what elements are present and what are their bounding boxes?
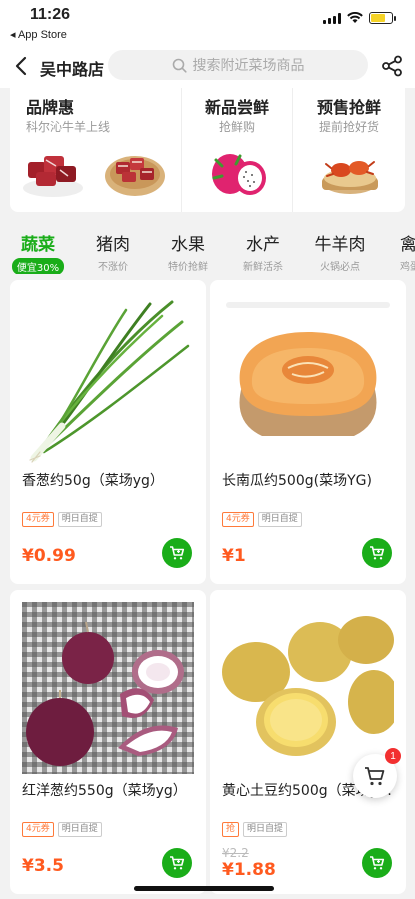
pickup-tag: 明日自提 (257, 512, 302, 527)
tab-pork[interactable]: 猪肉 不涨价 (78, 230, 148, 273)
product-card[interactable]: 黄心土豆约500g（菜场yg） 抢 明日自提 ¥2.2 ¥1.88 (210, 590, 406, 894)
category-name: 猪肉 (96, 235, 130, 255)
product-tags: 4元券 明日自提 (22, 512, 102, 527)
status-icons (323, 12, 396, 24)
category-name: 牛羊肉 (314, 235, 366, 255)
shopping-cart-icon (365, 767, 385, 786)
promo-panel: 品牌惠 科尔沁牛羊上线 新品尝鲜 抢鲜购 预售抢鲜 提前抢好货 (10, 88, 405, 212)
status-time: 11:26 (30, 6, 71, 23)
search-input[interactable]: 搜索附近菜场商品 (108, 50, 368, 80)
category-subtitle: 鸡蛋 (400, 262, 415, 273)
category-subtitle: 不涨价 (98, 262, 128, 273)
product-price: ¥1.88 (222, 860, 276, 880)
back-to-app-link[interactable]: ◂ App Store (10, 28, 67, 41)
product-price: ¥3.5 (22, 856, 64, 876)
product-tags: 抢 明日自提 (222, 822, 288, 837)
product-card[interactable]: 长南瓜约500g(菜场YG) 4元券 明日自提 ¥1 (210, 280, 406, 584)
status-bar: 11:26 ◂ App Store (0, 0, 415, 44)
tab-vegetables[interactable]: 蔬菜 便宜30% (3, 230, 73, 274)
home-indicator (134, 886, 274, 891)
floating-cart-button[interactable]: 1 (353, 748, 401, 798)
cart-icon (370, 546, 385, 560)
product-name: 香葱约50g（菜场yg） (22, 473, 164, 489)
crab-steamer-icon (322, 161, 378, 194)
coupon-tag: 4元券 (222, 512, 254, 527)
add-to-cart-button[interactable] (162, 538, 192, 568)
category-tabs: 蔬菜 便宜30% 猪肉 不涨价 水果 特价抢鲜 水产 新鲜活杀 牛羊肉 火锅必点… (0, 222, 415, 274)
add-to-cart-button[interactable] (362, 848, 392, 878)
cart-icon (170, 546, 185, 560)
flash-sale-tag: 抢 (222, 822, 240, 837)
tab-seafood[interactable]: 水产 新鲜活杀 (228, 230, 298, 273)
cart-icon (370, 856, 385, 870)
pumpkin-icon (222, 292, 394, 464)
share-icon[interactable] (381, 55, 403, 77)
cart-icon (170, 856, 185, 870)
red-onion-icon (22, 602, 194, 774)
search-placeholder: 搜索附近菜场商品 (192, 58, 305, 74)
original-price: ¥2.2 (222, 846, 249, 860)
signal-icon (323, 12, 341, 24)
pickup-tag: 明日自提 (57, 512, 102, 527)
top-nav: 吴中路店 搜索附近菜场商品 (0, 44, 415, 88)
back-chevron-icon[interactable] (12, 54, 32, 78)
coupon-tag: 4元券 (22, 512, 54, 527)
category-subtitle: 特价抢鲜 (168, 262, 208, 273)
category-subtitle: 新鲜活杀 (243, 262, 283, 273)
tab-poultry[interactable]: 禽 鸡蛋 (368, 230, 415, 273)
pickup-tag: 明日自提 (57, 822, 102, 837)
lamb-ribs-icon (105, 156, 165, 196)
battery-icon (369, 12, 396, 24)
green-onion-icon (22, 292, 194, 464)
product-tags: 4元券 明日自提 (222, 512, 302, 527)
category-name: 蔬菜 (21, 235, 55, 255)
tab-fruit[interactable]: 水果 特价抢鲜 (153, 230, 223, 273)
promo-title: 预售抢鲜 (316, 98, 381, 117)
promo-title: 品牌惠 (26, 98, 75, 117)
search-icon (172, 58, 187, 73)
promo-presale[interactable]: 预售抢鲜 提前抢好货 (293, 88, 405, 212)
potato-icon (222, 602, 394, 774)
add-to-cart-button[interactable] (362, 538, 392, 568)
product-name: 红洋葱约550g（菜场yg） (22, 783, 187, 799)
cart-count-badge: 1 (385, 748, 401, 764)
promo-subtitle: 提前抢好货 (318, 120, 379, 134)
promo-title: 新品尝鲜 (204, 98, 269, 117)
category-badge: 便宜30% (11, 258, 65, 274)
promo-subtitle: 科尔沁牛羊上线 (26, 120, 111, 134)
beef-cubes-icon (23, 156, 83, 197)
product-card[interactable]: 红洋葱约550g（菜场yg） 4元券 明日自提 ¥3.5 (10, 590, 206, 894)
coupon-tag: 4元券 (22, 822, 54, 837)
add-to-cart-button[interactable] (162, 848, 192, 878)
dragon-fruit-icon (212, 154, 266, 195)
category-name: 禽 (400, 235, 415, 255)
promo-new-arrivals[interactable]: 新品尝鲜 抢鲜购 (182, 88, 293, 212)
store-name[interactable]: 吴中路店 (40, 56, 104, 80)
promo-subtitle: 抢鲜购 (218, 120, 255, 134)
category-name: 水产 (246, 235, 280, 255)
pickup-tag: 明日自提 (243, 822, 288, 837)
tab-beef-lamb[interactable]: 牛羊肉 火锅必点 (305, 230, 375, 273)
promo-brand-deals[interactable]: 品牌惠 科尔沁牛羊上线 (10, 88, 182, 212)
category-subtitle: 火锅必点 (320, 262, 360, 273)
product-card[interactable]: 香葱约50g（菜场yg） 4元券 明日自提 ¥0.99 (10, 280, 206, 584)
wifi-icon (347, 12, 363, 23)
product-tags: 4元券 明日自提 (22, 822, 102, 837)
product-name: 长南瓜约500g(菜场YG) (222, 473, 372, 489)
product-price: ¥0.99 (22, 546, 76, 566)
category-name: 水果 (171, 235, 205, 255)
product-price: ¥1 (222, 546, 246, 566)
